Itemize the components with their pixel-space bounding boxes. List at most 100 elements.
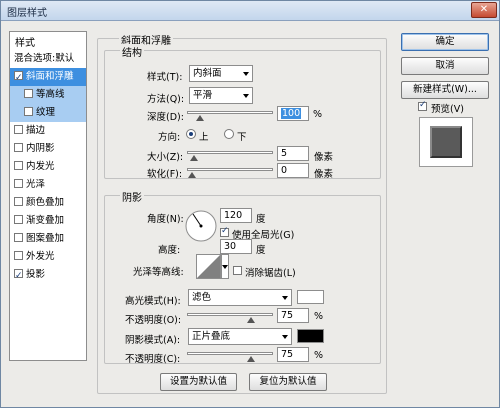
style-item-texture[interactable]: 纹理 <box>10 104 86 122</box>
shadow-opacity-field[interactable]: 75 <box>277 347 309 362</box>
soften-value: 0 <box>281 165 288 176</box>
style-item-checkbox[interactable] <box>14 125 23 134</box>
ok-button[interactable]: 确定 <box>401 33 489 51</box>
direction-down-label: 下 <box>237 132 247 143</box>
shadow-opacity-thumb[interactable] <box>246 356 255 362</box>
close-button[interactable]: ✕ <box>471 2 497 18</box>
size-unit: 像素 <box>314 152 334 163</box>
angle-field[interactable]: 120 <box>220 208 252 223</box>
style-item-gradient-overlay[interactable]: 渐变叠加 <box>10 212 86 230</box>
soften-slider-thumb[interactable] <box>188 172 196 178</box>
chevron-down-icon <box>222 265 228 269</box>
altitude-label: 高度: <box>158 245 181 256</box>
altitude-field[interactable]: 30 <box>220 239 252 254</box>
size-field[interactable]: 5 <box>277 146 309 161</box>
style-item-checkbox[interactable] <box>24 107 33 116</box>
method-dropdown[interactable]: 平滑 <box>189 87 253 104</box>
shadow-opacity-value: 75 <box>281 349 294 360</box>
chevron-down-icon <box>282 296 288 300</box>
set-default-button[interactable]: 设置为默认值 <box>160 373 237 391</box>
style-item-inner-glow[interactable]: 内发光 <box>10 158 86 176</box>
style-list-header[interactable]: 样式 <box>15 34 35 49</box>
direction-down-radio[interactable] <box>224 129 234 139</box>
direction-up-label: 上 <box>199 132 209 143</box>
reset-default-button[interactable]: 复位为默认值 <box>249 373 327 391</box>
shading-title: 阴影 <box>120 189 144 204</box>
shadow-mode-dropdown[interactable]: 正片叠底 <box>188 328 292 345</box>
style-value: 内斜面 <box>193 68 222 79</box>
gloss-contour-preview[interactable] <box>196 254 221 279</box>
style-item-label: 外发光 <box>26 251 55 262</box>
style-item-checkbox[interactable] <box>14 251 23 260</box>
direction-up-radio[interactable] <box>186 129 196 139</box>
style-item-label: 光泽 <box>26 179 46 190</box>
style-dropdown[interactable]: 内斜面 <box>189 65 253 82</box>
shadow-color-swatch[interactable] <box>297 329 324 343</box>
style-item-label: 颜色叠加 <box>26 197 65 208</box>
chevron-down-icon <box>243 94 249 98</box>
depth-slider[interactable] <box>187 111 273 121</box>
soften-label: 软化(F): <box>147 169 183 180</box>
angle-value: 120 <box>224 210 243 221</box>
style-item-checkbox[interactable] <box>14 143 23 152</box>
angle-dial[interactable] <box>184 209 218 243</box>
depth-slider-thumb[interactable] <box>195 115 204 121</box>
style-item-checkbox[interactable] <box>14 233 23 242</box>
style-item-checkbox[interactable] <box>24 89 33 98</box>
style-item-outer-glow[interactable]: 外发光 <box>10 248 86 266</box>
highlight-opacity-value: 75 <box>281 310 294 321</box>
depth-field[interactable]: 100 <box>277 106 309 121</box>
shadow-opacity-slider[interactable] <box>187 352 273 362</box>
style-item-checkbox[interactable] <box>14 179 23 188</box>
style-item-bevel-emboss[interactable]: 斜面和浮雕 <box>10 68 86 86</box>
style-item-checkbox[interactable] <box>14 197 23 206</box>
style-item-label: 内阴影 <box>26 143 55 154</box>
cancel-button[interactable]: 取消 <box>401 57 489 75</box>
style-item-satin[interactable]: 光泽 <box>10 176 86 194</box>
highlight-color-swatch[interactable] <box>297 290 324 304</box>
chevron-down-icon <box>282 335 288 339</box>
style-item-inner-shadow[interactable]: 内阴影 <box>10 140 86 158</box>
layer-style-dialog: 图层样式 ✕ 样式 混合选项:默认斜面和浮雕等高线纹理描边内阴影内发光光泽颜色叠… <box>0 0 500 408</box>
style-item-stroke[interactable]: 描边 <box>10 122 86 140</box>
global-light-checkbox[interactable] <box>220 226 229 237</box>
style-item-label: 斜面和浮雕 <box>26 71 74 82</box>
size-value: 5 <box>281 148 288 159</box>
contour-curve-icon <box>197 255 220 278</box>
style-item-contour[interactable]: 等高线 <box>10 86 86 104</box>
style-item-checkbox[interactable] <box>14 267 23 284</box>
new-style-button[interactable]: 新建样式(W)... <box>401 81 489 99</box>
structure-title: 结构 <box>120 44 144 59</box>
soften-slider[interactable] <box>187 168 273 178</box>
depth-value: 100 <box>281 108 302 119</box>
style-item-blending-options[interactable]: 混合选项:默认 <box>10 50 86 68</box>
preview-checkbox[interactable] <box>418 100 427 111</box>
style-item-label: 渐变叠加 <box>26 215 65 226</box>
preview-swatch <box>430 126 462 158</box>
highlight-opacity-unit: % <box>314 311 324 322</box>
style-item-label: 等高线 <box>36 89 65 100</box>
title-bar: 图层样式 ✕ <box>1 1 499 21</box>
highlight-opacity-field[interactable]: 75 <box>277 308 309 323</box>
soften-unit: 像素 <box>314 169 334 180</box>
highlight-mode-dropdown[interactable]: 滤色 <box>188 289 292 306</box>
style-item-checkbox[interactable] <box>14 215 23 224</box>
style-list: 样式 混合选项:默认斜面和浮雕等高线纹理描边内阴影内发光光泽颜色叠加渐变叠加图案… <box>9 31 87 361</box>
gloss-contour-dropdown[interactable] <box>221 254 229 279</box>
style-item-label: 内发光 <box>26 161 55 172</box>
shadow-mode-label: 阴影模式(A): <box>125 335 181 346</box>
style-item-pattern-overlay[interactable]: 图案叠加 <box>10 230 86 248</box>
style-item-checkbox[interactable] <box>14 69 23 86</box>
style-item-drop-shadow[interactable]: 投影 <box>10 266 86 284</box>
style-item-color-overlay[interactable]: 颜色叠加 <box>10 194 86 212</box>
gloss-contour-label: 光泽等高线: <box>133 267 184 278</box>
style-item-checkbox[interactable] <box>14 161 23 170</box>
highlight-opacity-slider[interactable] <box>187 313 273 323</box>
highlight-opacity-thumb[interactable] <box>246 317 255 323</box>
style-label: 样式(T): <box>147 72 183 83</box>
soften-field[interactable]: 0 <box>277 163 309 178</box>
highlight-mode-value: 滤色 <box>192 292 212 303</box>
antialias-checkbox[interactable] <box>233 266 242 275</box>
size-slider-thumb[interactable] <box>189 155 198 161</box>
size-slider[interactable] <box>187 151 273 161</box>
